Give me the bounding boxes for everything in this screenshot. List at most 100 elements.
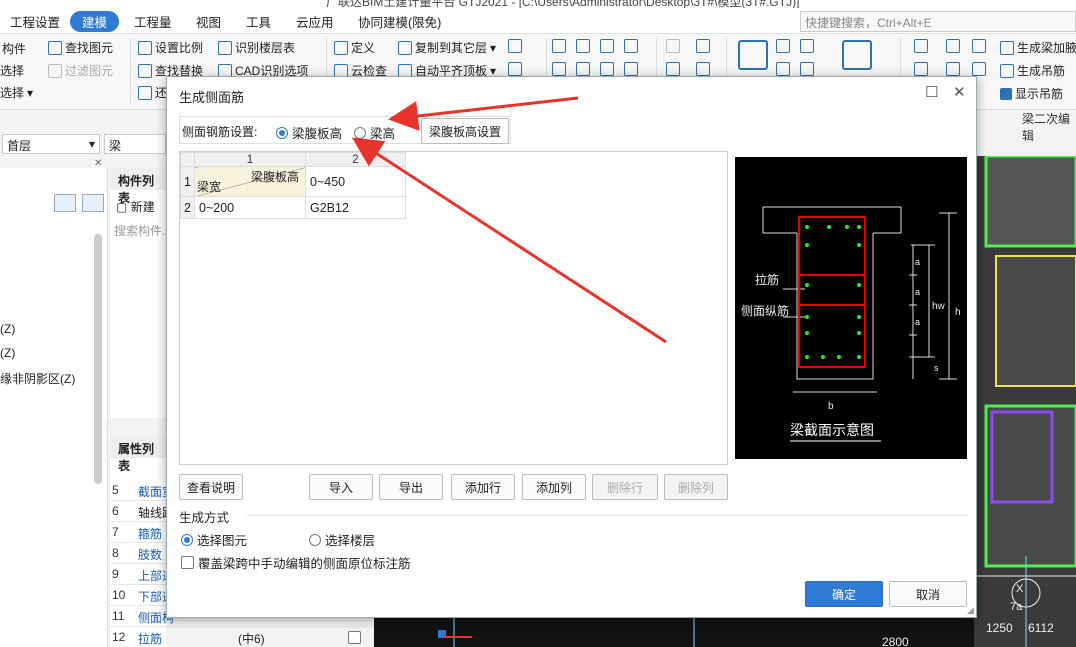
delete-column-button[interactable]: 删除列 bbox=[664, 474, 728, 500]
tool-d[interactable] bbox=[914, 62, 928, 76]
measure-tool[interactable] bbox=[696, 39, 710, 53]
beam-tool-d[interactable] bbox=[800, 62, 814, 76]
offset-tool[interactable] bbox=[624, 39, 638, 53]
generate-haunch-button[interactable]: 生成梁加腋 bbox=[1000, 39, 1076, 56]
menu-view[interactable]: 视图 bbox=[196, 12, 221, 31]
checkbox[interactable] bbox=[348, 631, 361, 644]
define-icon bbox=[334, 40, 348, 55]
list-view-icon[interactable] bbox=[54, 194, 76, 212]
radio-select-floor[interactable]: 选择楼层 bbox=[309, 530, 375, 549]
grid-cell[interactable]: 0~450 bbox=[305, 166, 406, 197]
scrollbar[interactable] bbox=[94, 234, 102, 484]
measure-icon bbox=[696, 39, 710, 53]
menu-cloud[interactable]: 云应用 bbox=[296, 12, 334, 31]
maximize-icon[interactable]: ☐ bbox=[925, 83, 938, 101]
beam-icon bbox=[800, 62, 814, 76]
array-tool[interactable] bbox=[624, 62, 638, 76]
radio-select-element[interactable]: 选择图元 bbox=[181, 530, 247, 549]
add-column-button[interactable]: 添加列 bbox=[522, 474, 586, 500]
filter-element-button[interactable]: 过滤图元 bbox=[48, 62, 113, 79]
menu-tools[interactable]: 工具 bbox=[246, 12, 271, 31]
show-hanger-checkbox[interactable]: 显示吊筋 bbox=[1000, 85, 1063, 102]
radio-beam-height[interactable]: 梁高 bbox=[354, 123, 395, 142]
find-element-button[interactable]: 查找图元 bbox=[48, 39, 113, 56]
new-component-button[interactable]: ▢ 新建 bbox=[116, 198, 155, 215]
web-height-settings-button[interactable]: 梁腹板高设置 bbox=[421, 118, 509, 144]
crosshair-tool[interactable] bbox=[666, 39, 680, 53]
split-tool[interactable] bbox=[600, 62, 614, 76]
grid-cell[interactable]: G2B12 bbox=[305, 196, 406, 219]
table-icon bbox=[218, 40, 232, 55]
import-button[interactable]: 导入 bbox=[309, 474, 373, 500]
quick-search-input[interactable]: 快捷键搜索，Ctrl+Alt+E bbox=[800, 11, 1076, 32]
row-number: 2 bbox=[180, 196, 195, 219]
ribbon-component[interactable]: 构件 bbox=[2, 40, 26, 57]
delete-row-button[interactable]: 删除行 bbox=[592, 474, 658, 500]
dimension-tool[interactable] bbox=[508, 62, 522, 76]
replace-icon bbox=[138, 63, 152, 78]
checkbox-checked-icon bbox=[1000, 87, 1012, 100]
drawing-canvas[interactable]: X 7a 1250 6112 bbox=[966, 156, 1076, 647]
copy-to-other-floor-button[interactable]: 复制到其它层 ▾ bbox=[398, 39, 496, 56]
ribbon-select[interactable]: 选择 bbox=[0, 62, 24, 79]
radio-web-height[interactable]: 梁腹板高 bbox=[276, 123, 342, 142]
beam-tool-a[interactable] bbox=[776, 39, 790, 53]
angle-tool[interactable] bbox=[508, 39, 522, 53]
tool-f[interactable] bbox=[972, 62, 986, 76]
rebar-grid[interactable]: 1 2 1 梁腹板高 梁宽 0~450 2 0~200 G2B12 bbox=[179, 151, 728, 465]
menu-quantity[interactable]: 工程量 bbox=[134, 12, 172, 31]
rotate-icon bbox=[576, 39, 590, 53]
ok-button[interactable]: 确定 bbox=[805, 581, 883, 607]
col-header: 1 bbox=[194, 152, 306, 167]
component-list-title: 构件列表 bbox=[110, 168, 166, 205]
menu-project-settings[interactable]: 工程设置 bbox=[10, 12, 60, 31]
menu-collab[interactable]: 协同建模(限免) bbox=[358, 12, 441, 31]
nav-item[interactable]: 缘非阴影区(Z) bbox=[0, 370, 75, 387]
divider bbox=[247, 515, 967, 516]
smart-layout-icon[interactable] bbox=[738, 40, 768, 70]
nav-item[interactable]: (Z) bbox=[0, 346, 15, 360]
delete-tool[interactable] bbox=[552, 39, 566, 53]
beam-tool-c[interactable] bbox=[776, 62, 790, 76]
close-icon[interactable]: ✕ bbox=[953, 83, 966, 101]
chevron-down-icon: ▾ bbox=[490, 40, 497, 55]
chevron-down-icon: ▾ bbox=[88, 137, 95, 151]
copy-tool[interactable] bbox=[552, 62, 566, 76]
nav-item[interactable]: (Z) bbox=[0, 322, 15, 336]
mirror-tool[interactable] bbox=[576, 62, 590, 76]
resize-grip-icon[interactable]: ◢ bbox=[967, 605, 974, 616]
component-type-select[interactable]: 梁 bbox=[104, 134, 166, 154]
tool-icon bbox=[972, 62, 986, 76]
table-row[interactable]: 12 拉筋 (中6) bbox=[110, 627, 374, 647]
set-scale-button[interactable]: 设置比例 bbox=[138, 39, 203, 56]
restore-button[interactable]: 还 bbox=[138, 84, 167, 101]
tool-c[interactable] bbox=[972, 39, 986, 53]
line-tool[interactable] bbox=[666, 62, 680, 76]
menu-modeling[interactable]: 建模 bbox=[70, 11, 120, 32]
define-button[interactable]: 定义 bbox=[334, 39, 375, 56]
tool-b[interactable] bbox=[946, 39, 960, 53]
floor-select[interactable]: 首层 ▾ bbox=[2, 134, 100, 154]
component-search-input[interactable]: 搜索构件... bbox=[114, 222, 172, 239]
rect-tool[interactable] bbox=[696, 62, 710, 76]
grid-cell[interactable]: 0~200 bbox=[194, 196, 306, 219]
beam-tool-b[interactable] bbox=[800, 39, 814, 53]
add-row-button[interactable]: 添加行 bbox=[451, 474, 515, 500]
cancel-button[interactable]: 取消 bbox=[889, 581, 967, 607]
view-help-button[interactable]: 查看说明 bbox=[179, 474, 243, 500]
beam-section-preview: 拉筋 侧面纵筋 b hw h a a a s 梁截面示意图 bbox=[735, 157, 967, 459]
tool-e[interactable] bbox=[946, 62, 960, 76]
rotate-tool[interactable] bbox=[576, 39, 590, 53]
identify-floor-table-button[interactable]: 识别楼层表 bbox=[218, 39, 295, 56]
grid-icon[interactable] bbox=[842, 40, 872, 70]
extend-tool[interactable] bbox=[600, 39, 614, 53]
mirror-icon bbox=[576, 62, 590, 76]
overwrite-checkbox[interactable]: 覆盖梁跨中手动编辑的侧面原位标注筋 bbox=[181, 553, 411, 572]
cad-drawing: X 7a 1250 6112 bbox=[966, 156, 1076, 647]
restore-icon bbox=[138, 85, 152, 100]
ribbon-select-dropdown[interactable]: 选择 ▾ bbox=[0, 84, 33, 101]
export-button[interactable]: 导出 bbox=[379, 474, 443, 500]
generate-hanger-button[interactable]: 生成吊筋 bbox=[1000, 62, 1065, 79]
tool-a[interactable] bbox=[914, 39, 928, 53]
detail-view-icon[interactable] bbox=[82, 194, 104, 212]
